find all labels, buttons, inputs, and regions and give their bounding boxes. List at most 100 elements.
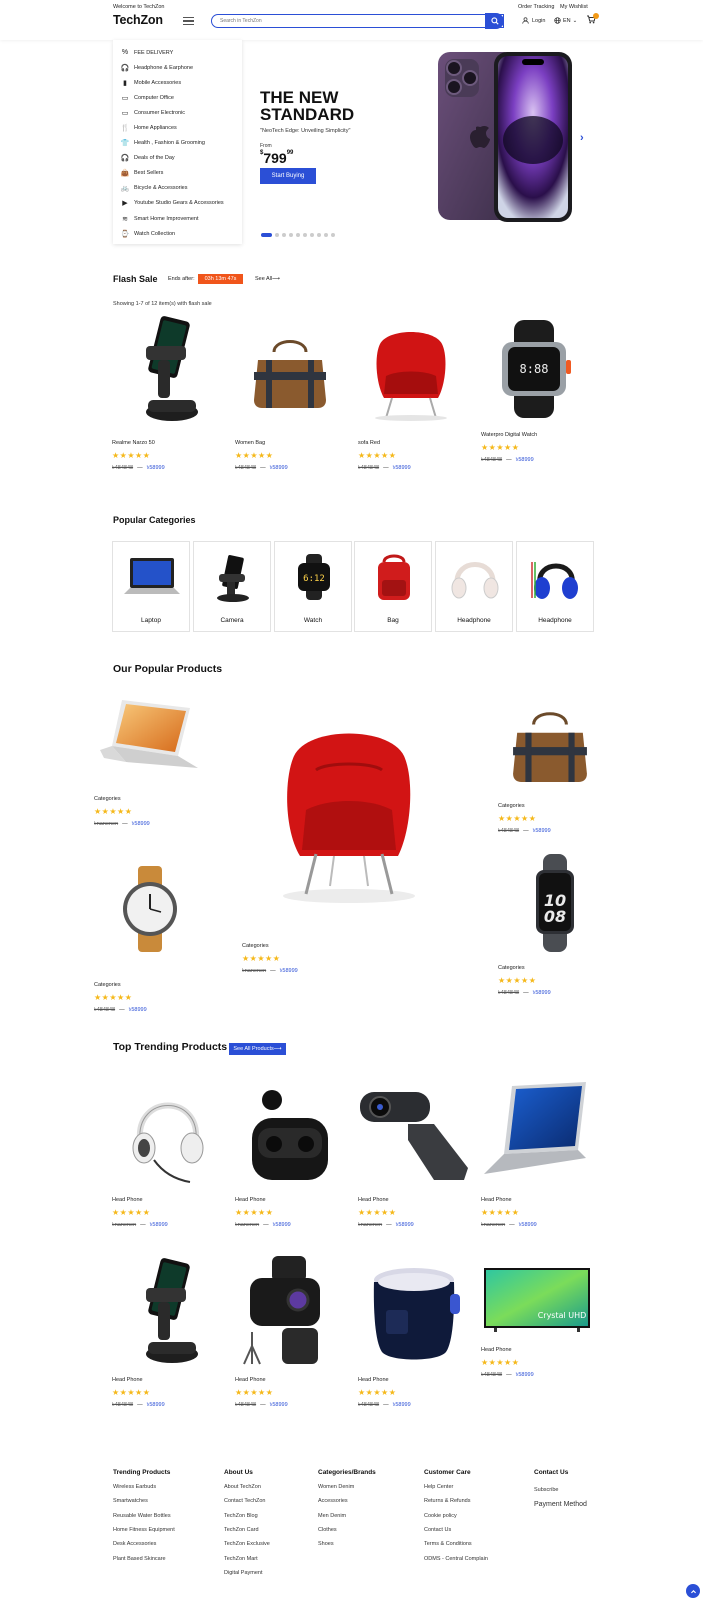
footer-link[interactable]: Contact TechZon bbox=[224, 1498, 265, 1504]
sidebar-item[interactable]: ▭ Consumer Electronic bbox=[113, 105, 242, 120]
slide-dot[interactable] bbox=[317, 233, 321, 237]
old-price: ৳484848 bbox=[112, 1402, 134, 1408]
rating-stars: ★★★★★ bbox=[481, 1358, 520, 1367]
menu-icon[interactable] bbox=[183, 17, 194, 26]
footer-link[interactable]: Digital Payment bbox=[224, 1570, 263, 1576]
category-card[interactable]: Camera bbox=[193, 541, 271, 632]
footer-link[interactable]: Women Denim bbox=[318, 1484, 354, 1490]
product-name[interactable]: Head Phone bbox=[358, 1377, 389, 1383]
slide-dot[interactable] bbox=[296, 233, 300, 237]
language-label: EN bbox=[563, 17, 571, 24]
product-name[interactable]: Women Bag bbox=[235, 440, 265, 446]
sidebar-item[interactable]: ▶ Youtube Studio Gears & Accessories bbox=[113, 196, 242, 211]
product-name[interactable]: Waterpro Digital Watch bbox=[481, 432, 537, 438]
footer-link[interactable]: Shoes bbox=[318, 1541, 334, 1547]
product-name[interactable]: Realme Narzo 50 bbox=[112, 440, 155, 446]
footer-link[interactable]: Wireless Earbuds bbox=[113, 1484, 156, 1490]
bag-category-image bbox=[378, 554, 410, 600]
category-card[interactable]: Laptop bbox=[112, 541, 190, 632]
footer-link[interactable]: Returns & Refunds bbox=[424, 1498, 470, 1504]
product-name[interactable]: Head Phone bbox=[112, 1377, 143, 1383]
footer-link[interactable]: Reusable Water Bottles bbox=[113, 1513, 171, 1519]
category-card[interactable]: Headphone bbox=[435, 541, 513, 632]
scroll-top-button[interactable] bbox=[686, 1584, 700, 1598]
language-select[interactable]: EN ⌄ bbox=[554, 17, 577, 24]
footer-link[interactable]: Men Denim bbox=[318, 1513, 346, 1519]
login-link[interactable]: Login bbox=[522, 17, 545, 24]
footer-link[interactable]: Plant Based Skincare bbox=[113, 1556, 166, 1562]
footer-link[interactable]: TechZon Card bbox=[224, 1527, 259, 1533]
hero-next-arrow[interactable]: › bbox=[580, 132, 584, 144]
sidebar-item[interactable]: ▭ Computer Office bbox=[113, 90, 242, 105]
slide-dot[interactable] bbox=[324, 233, 328, 237]
slide-dot[interactable] bbox=[331, 233, 335, 237]
sidebar-item[interactable]: 🍴 Home Appliances bbox=[113, 120, 242, 135]
footer-link[interactable]: TechZon Mart bbox=[224, 1556, 258, 1562]
footer-link[interactable]: Home Fitness Equipment bbox=[113, 1527, 175, 1533]
search-icon bbox=[490, 17, 499, 25]
product-name[interactable]: Categories bbox=[94, 796, 121, 802]
cart-button[interactable] bbox=[586, 13, 599, 26]
product-name[interactable]: Categories bbox=[242, 943, 269, 949]
headphone-category-image bbox=[451, 562, 499, 599]
slide-dot[interactable] bbox=[282, 233, 286, 237]
product-name[interactable]: Head Phone bbox=[235, 1197, 266, 1203]
sidebar-item[interactable]: 👕 Health , Fashion & Grooming bbox=[113, 136, 242, 151]
sidebar-item-label: Consumer Electronic bbox=[134, 109, 186, 116]
slide-dot[interactable] bbox=[310, 233, 314, 237]
footer-link[interactable]: Desk Accessories bbox=[113, 1541, 156, 1547]
sidebar-item[interactable]: ≋ Smart Home Improvement bbox=[113, 211, 242, 226]
footer-link[interactable]: ODMS - Central Complain bbox=[424, 1556, 488, 1562]
sidebar-item[interactable]: % FEE DELIVERY bbox=[113, 45, 242, 60]
footer-link[interactable]: Terms & Conditions bbox=[424, 1541, 472, 1547]
sidebar-item-label: Health , Fashion & Grooming bbox=[134, 140, 205, 147]
slide-dot[interactable] bbox=[303, 233, 307, 237]
footer-link[interactable]: Help Center bbox=[424, 1484, 453, 1490]
see-all-products-button[interactable]: See All Products ⟶ bbox=[229, 1043, 286, 1055]
slide-dot[interactable] bbox=[289, 233, 293, 237]
rating-stars: ★★★★★ bbox=[112, 1208, 151, 1217]
product-name[interactable]: Head Phone bbox=[481, 1347, 512, 1353]
footer-link[interactable]: Contact Us bbox=[424, 1527, 451, 1533]
sidebar-item[interactable]: 🎧 Deals of the Day bbox=[113, 151, 242, 166]
sidebar-item[interactable]: ▮ Mobile Accessories bbox=[113, 75, 242, 90]
slide-dot[interactable] bbox=[275, 233, 279, 237]
footer-link[interactable]: Cookie policy bbox=[424, 1513, 457, 1519]
sidebar-item[interactable]: 👜 Best Sellers bbox=[113, 166, 242, 181]
wishlist-link[interactable]: My Wishlist bbox=[560, 4, 588, 10]
product-name[interactable]: Head Phone bbox=[112, 1197, 143, 1203]
product-name[interactable]: Head Phone bbox=[481, 1197, 512, 1203]
footer-link[interactable]: Accessories bbox=[318, 1498, 348, 1504]
new-price: ৳58999 bbox=[131, 821, 150, 827]
product-name[interactable]: Categories bbox=[498, 803, 525, 809]
new-price: ৳58999 bbox=[272, 1222, 291, 1228]
see-all-link[interactable]: See All⟶ bbox=[255, 276, 280, 282]
category-card[interactable]: Headphone bbox=[516, 541, 594, 632]
footer-link[interactable]: Smartwatches bbox=[113, 1498, 148, 1504]
order-tracking-link[interactable]: Order Tracking bbox=[518, 4, 554, 10]
category-card[interactable]: Bag bbox=[354, 541, 432, 632]
product-name[interactable]: sofa Red bbox=[358, 440, 380, 446]
product-name[interactable]: Categories bbox=[94, 982, 121, 988]
product-name[interactable]: Categories bbox=[498, 965, 525, 971]
sidebar-item[interactable]: 🚲 Bicycle & Accessories bbox=[113, 181, 242, 196]
footer-link[interactable]: Clothes bbox=[318, 1527, 337, 1533]
footer-link[interactable]: About TechZon bbox=[224, 1484, 261, 1490]
product-name[interactable]: Head Phone bbox=[235, 1377, 266, 1383]
sidebar-item[interactable]: 🎧 Headphone & Earphone bbox=[113, 60, 242, 75]
sidebar-item[interactable]: ⌚ Watch Collection bbox=[113, 226, 242, 241]
start-buying-button[interactable]: Start Buying bbox=[260, 168, 316, 184]
category-card[interactable]: 6:12 Watch bbox=[274, 541, 352, 632]
search-field[interactable] bbox=[211, 14, 504, 28]
product-price: ৳nanenen — ৳58999 bbox=[94, 821, 150, 829]
price-separator: — bbox=[137, 1402, 143, 1408]
footer-link[interactable]: TechZon Exclusive bbox=[224, 1541, 270, 1547]
search-button[interactable] bbox=[485, 13, 504, 29]
hero-slide-dots bbox=[261, 233, 335, 237]
search-input[interactable] bbox=[212, 15, 503, 27]
footer-link[interactable]: TechZon Blog bbox=[224, 1513, 258, 1519]
subscribe-link[interactable]: Subscribe bbox=[534, 1487, 558, 1493]
slide-dot[interactable] bbox=[261, 233, 272, 237]
site-logo[interactable]: TechZon bbox=[113, 13, 163, 27]
product-name[interactable]: Head Phone bbox=[358, 1197, 389, 1203]
